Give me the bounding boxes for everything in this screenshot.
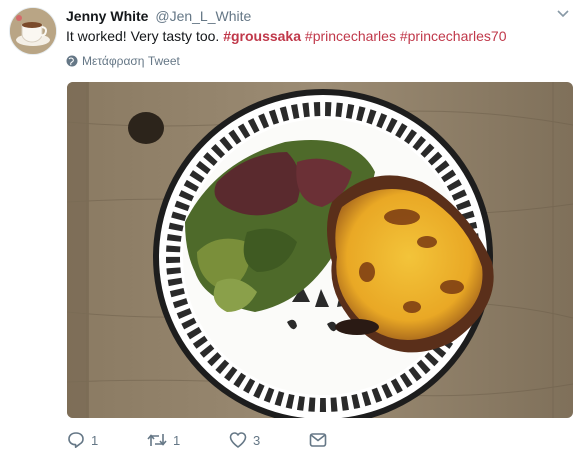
retweet-count: 1 bbox=[173, 432, 181, 448]
retweet-icon bbox=[147, 434, 167, 446]
caret-down-icon[interactable] bbox=[555, 5, 571, 21]
like-count: 3 bbox=[253, 432, 261, 448]
hashtag-princecharles70[interactable]: #princecharles70 bbox=[400, 28, 507, 44]
moussaka-plate-image bbox=[67, 82, 573, 418]
tweet-actions: 1 1 3 bbox=[67, 428, 327, 452]
hashtag-groussaka[interactable]: #groussaka bbox=[223, 28, 301, 44]
like-icon bbox=[229, 432, 247, 448]
author-handle[interactable]: @Jen_L_White bbox=[155, 8, 251, 24]
tweet-text-prefix: It worked! Very tasty too. bbox=[66, 28, 224, 44]
tweet-header: Jenny White @Jen_L_White bbox=[66, 7, 251, 25]
tweet-text: It worked! Very tasty too. #groussaka #p… bbox=[66, 26, 506, 46]
globe-icon bbox=[66, 55, 78, 67]
reply-icon bbox=[68, 432, 84, 448]
translate-tweet-link[interactable]: Μετάφραση Tweet bbox=[66, 54, 180, 68]
message-icon bbox=[309, 433, 327, 447]
avatar[interactable] bbox=[9, 7, 57, 55]
retweet-button[interactable]: 1 bbox=[147, 431, 229, 449]
like-button[interactable]: 3 bbox=[229, 431, 309, 449]
direct-message-button[interactable] bbox=[309, 432, 327, 448]
author-name[interactable]: Jenny White bbox=[66, 8, 148, 24]
tweet-photo[interactable] bbox=[67, 82, 573, 418]
translate-label: Μετάφραση Tweet bbox=[82, 54, 180, 68]
reply-button[interactable]: 1 bbox=[67, 431, 147, 449]
hashtag-princecharles[interactable]: #princecharles bbox=[305, 28, 396, 44]
coffee-cup-avatar-image bbox=[10, 8, 56, 54]
reply-count: 1 bbox=[91, 432, 99, 448]
